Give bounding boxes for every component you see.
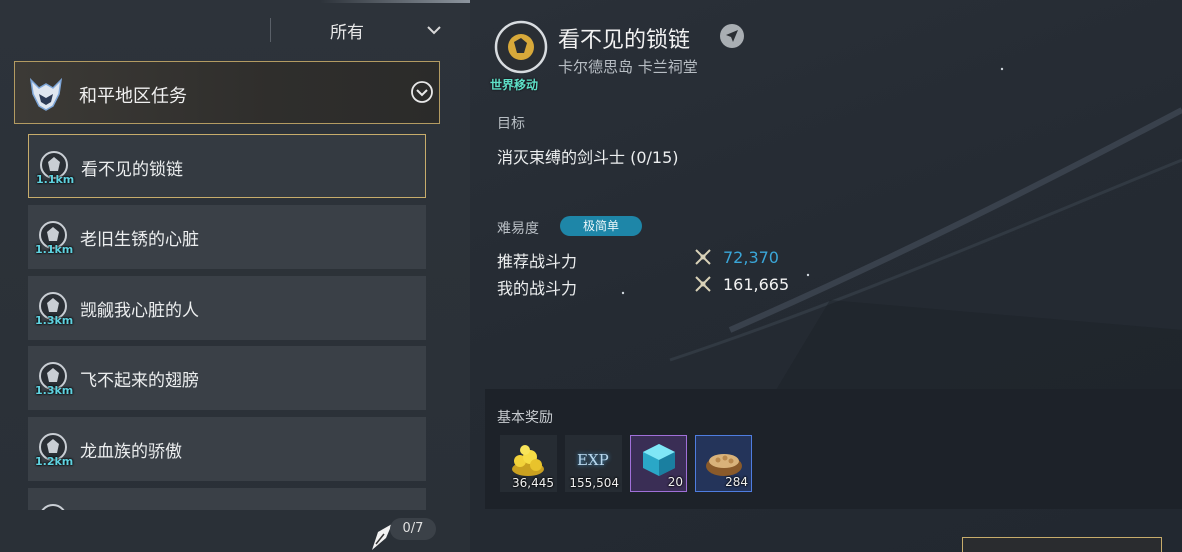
quest-distance: 1.1km (36, 173, 75, 186)
quest-title: 龙血族的骄傲 (80, 442, 182, 462)
objective-text: 消灭束缚的剑斗士 (0/15) (497, 148, 679, 167)
reward-count: 36,445 (512, 476, 554, 490)
quest-title: 觊觎我心脏的人 (80, 301, 199, 321)
top-glow (320, 0, 470, 3)
quest-location: 卡尔德思岛 卡兰祠堂 (558, 58, 698, 76)
quest-type-label: 世界移动 (490, 78, 539, 92)
recommended-power-value: 72,370 (723, 248, 779, 267)
reward-count: 284 (725, 475, 748, 489)
difficulty-label: 难易度 (497, 221, 539, 237)
my-power-label: 我的战斗力 (497, 279, 578, 298)
quest-detail-title: 看不见的锁链 (558, 28, 691, 53)
quest-distance: 1.2km (35, 455, 74, 468)
exp-icon: EXP (577, 451, 609, 469)
reward-seeds[interactable]: 284 (695, 435, 752, 492)
reward-gold[interactable]: 36,445 (500, 435, 557, 492)
world-quest-icon (41, 504, 65, 510)
reward-exp[interactable]: EXP 155,504 (565, 435, 622, 492)
quest-distance: 1.3km (35, 384, 74, 397)
reward-count: 155,504 (569, 476, 619, 490)
quest-item[interactable]: 1.3km 飞不起来的翅膀 (28, 346, 426, 410)
quest-item[interactable]: 1.2km 龙血族的骄傲 (28, 417, 426, 481)
quest-list-panel: 所有 和平地区任务 1.1km 看不见的锁链 1.1km 老旧生锈的心脏 1.3… (0, 0, 470, 552)
quest-title: 老旧生锈的心脏 (80, 230, 199, 250)
filter-dropdown-label[interactable]: 所有 (330, 18, 364, 43)
reward-count: 20 (667, 475, 683, 489)
quest-detail-panel: 世界移动 看不见的锁链 卡尔德思岛 卡兰祠堂 目标 消灭束缚的剑斗士 (0/15… (470, 0, 1182, 552)
quest-list[interactable]: 1.1km 看不见的锁链 1.1km 老旧生锈的心脏 1.3km 觊觎我心脏的人 (28, 134, 426, 510)
collapse-chevron-icon[interactable] (410, 80, 434, 104)
crossed-swords-icon (695, 249, 711, 265)
quest-item[interactable]: 1.3km 觊觎我心脏的人 (28, 276, 426, 340)
gold-coins-icon (512, 445, 544, 476)
rewards-section: 基本奖励 36,445 EXP 155,504 20 284 (485, 389, 1182, 509)
crossed-swords-icon (695, 276, 711, 292)
quest-distance: 1.3km (35, 314, 74, 327)
quest-distance: 1.1km (35, 243, 74, 256)
crystal-cube-icon (643, 444, 675, 476)
quest-title: 飞不起来的翅膀 (80, 371, 199, 391)
accept-quest-button[interactable] (962, 537, 1162, 552)
reward-crystal[interactable]: 20 (630, 435, 687, 492)
quest-title: 看不见的锁链 (81, 160, 183, 180)
objective-label: 目标 (497, 116, 525, 132)
world-travel-icon (494, 20, 548, 74)
seed-basket-icon (706, 454, 742, 476)
quest-item[interactable]: 1.1km 看不见的锁链 (28, 134, 426, 198)
horned-helmet-icon (29, 77, 63, 111)
category-title: 和平地区任务 (79, 86, 187, 107)
quest-item-partial[interactable] (28, 488, 426, 510)
chevron-down-icon[interactable] (424, 20, 444, 40)
rewards-label: 基本奖励 (497, 410, 553, 426)
my-power-value: 161,665 (723, 275, 790, 294)
quest-item[interactable]: 1.1km 老旧生锈的心脏 (28, 205, 426, 269)
recommended-power-label: 推荐战斗力 (497, 252, 578, 271)
navigate-icon[interactable] (718, 22, 746, 50)
category-peace-zone[interactable]: 和平地区任务 (14, 61, 440, 124)
quest-progress-badge: 0/7 (390, 518, 436, 540)
filter-divider (270, 18, 271, 42)
difficulty-badge: 极简单 (560, 216, 642, 236)
